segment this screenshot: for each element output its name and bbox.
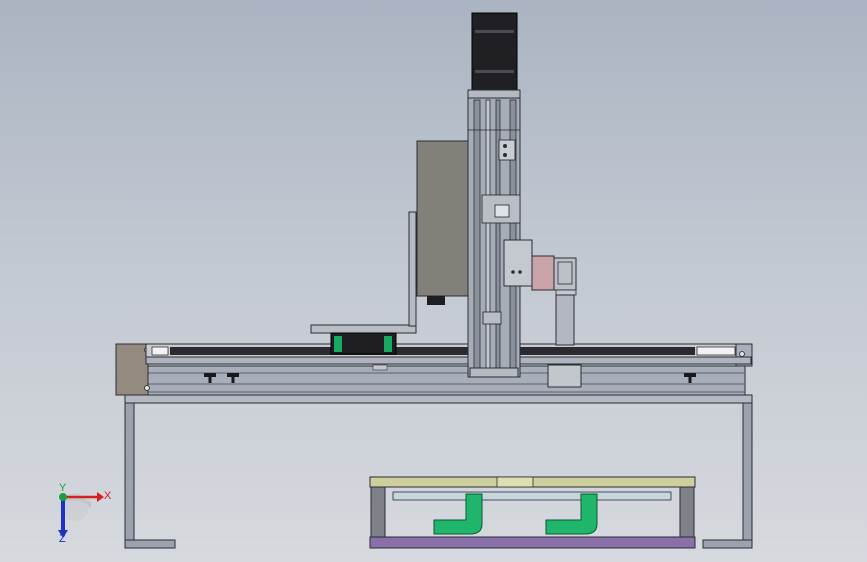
left-leg <box>124 394 135 549</box>
right-leg <box>742 394 753 549</box>
pink-mount-block <box>531 255 555 291</box>
left-foot <box>124 539 176 549</box>
y-axis-label: Y <box>59 482 67 494</box>
cad-viewport[interactable]: X Y Z <box>0 0 867 562</box>
tray-glass <box>392 491 672 501</box>
z-axis-column[interactable] <box>467 94 521 378</box>
coordinate-triad: X Y Z <box>58 482 112 545</box>
control-box[interactable] <box>416 140 469 305</box>
nozzle-tube <box>555 294 575 346</box>
carriage-upright <box>408 211 417 327</box>
z-axis-label: Z <box>59 533 66 545</box>
right-foot <box>702 539 753 549</box>
y-axis-arrow <box>59 493 67 501</box>
top-linear-rail[interactable] <box>145 343 752 365</box>
lower-tray-assembly[interactable] <box>369 476 696 549</box>
carriage-plate <box>310 324 417 334</box>
cad-assembly-drawing[interactable]: X Y Z <box>0 0 867 562</box>
rail-belt <box>170 347 695 355</box>
x-carriage[interactable] <box>310 211 417 355</box>
x-axis-label: X <box>104 490 112 502</box>
stepper-motor[interactable] <box>467 12 521 99</box>
tray-base <box>369 536 696 549</box>
left-end-plate <box>115 343 149 396</box>
